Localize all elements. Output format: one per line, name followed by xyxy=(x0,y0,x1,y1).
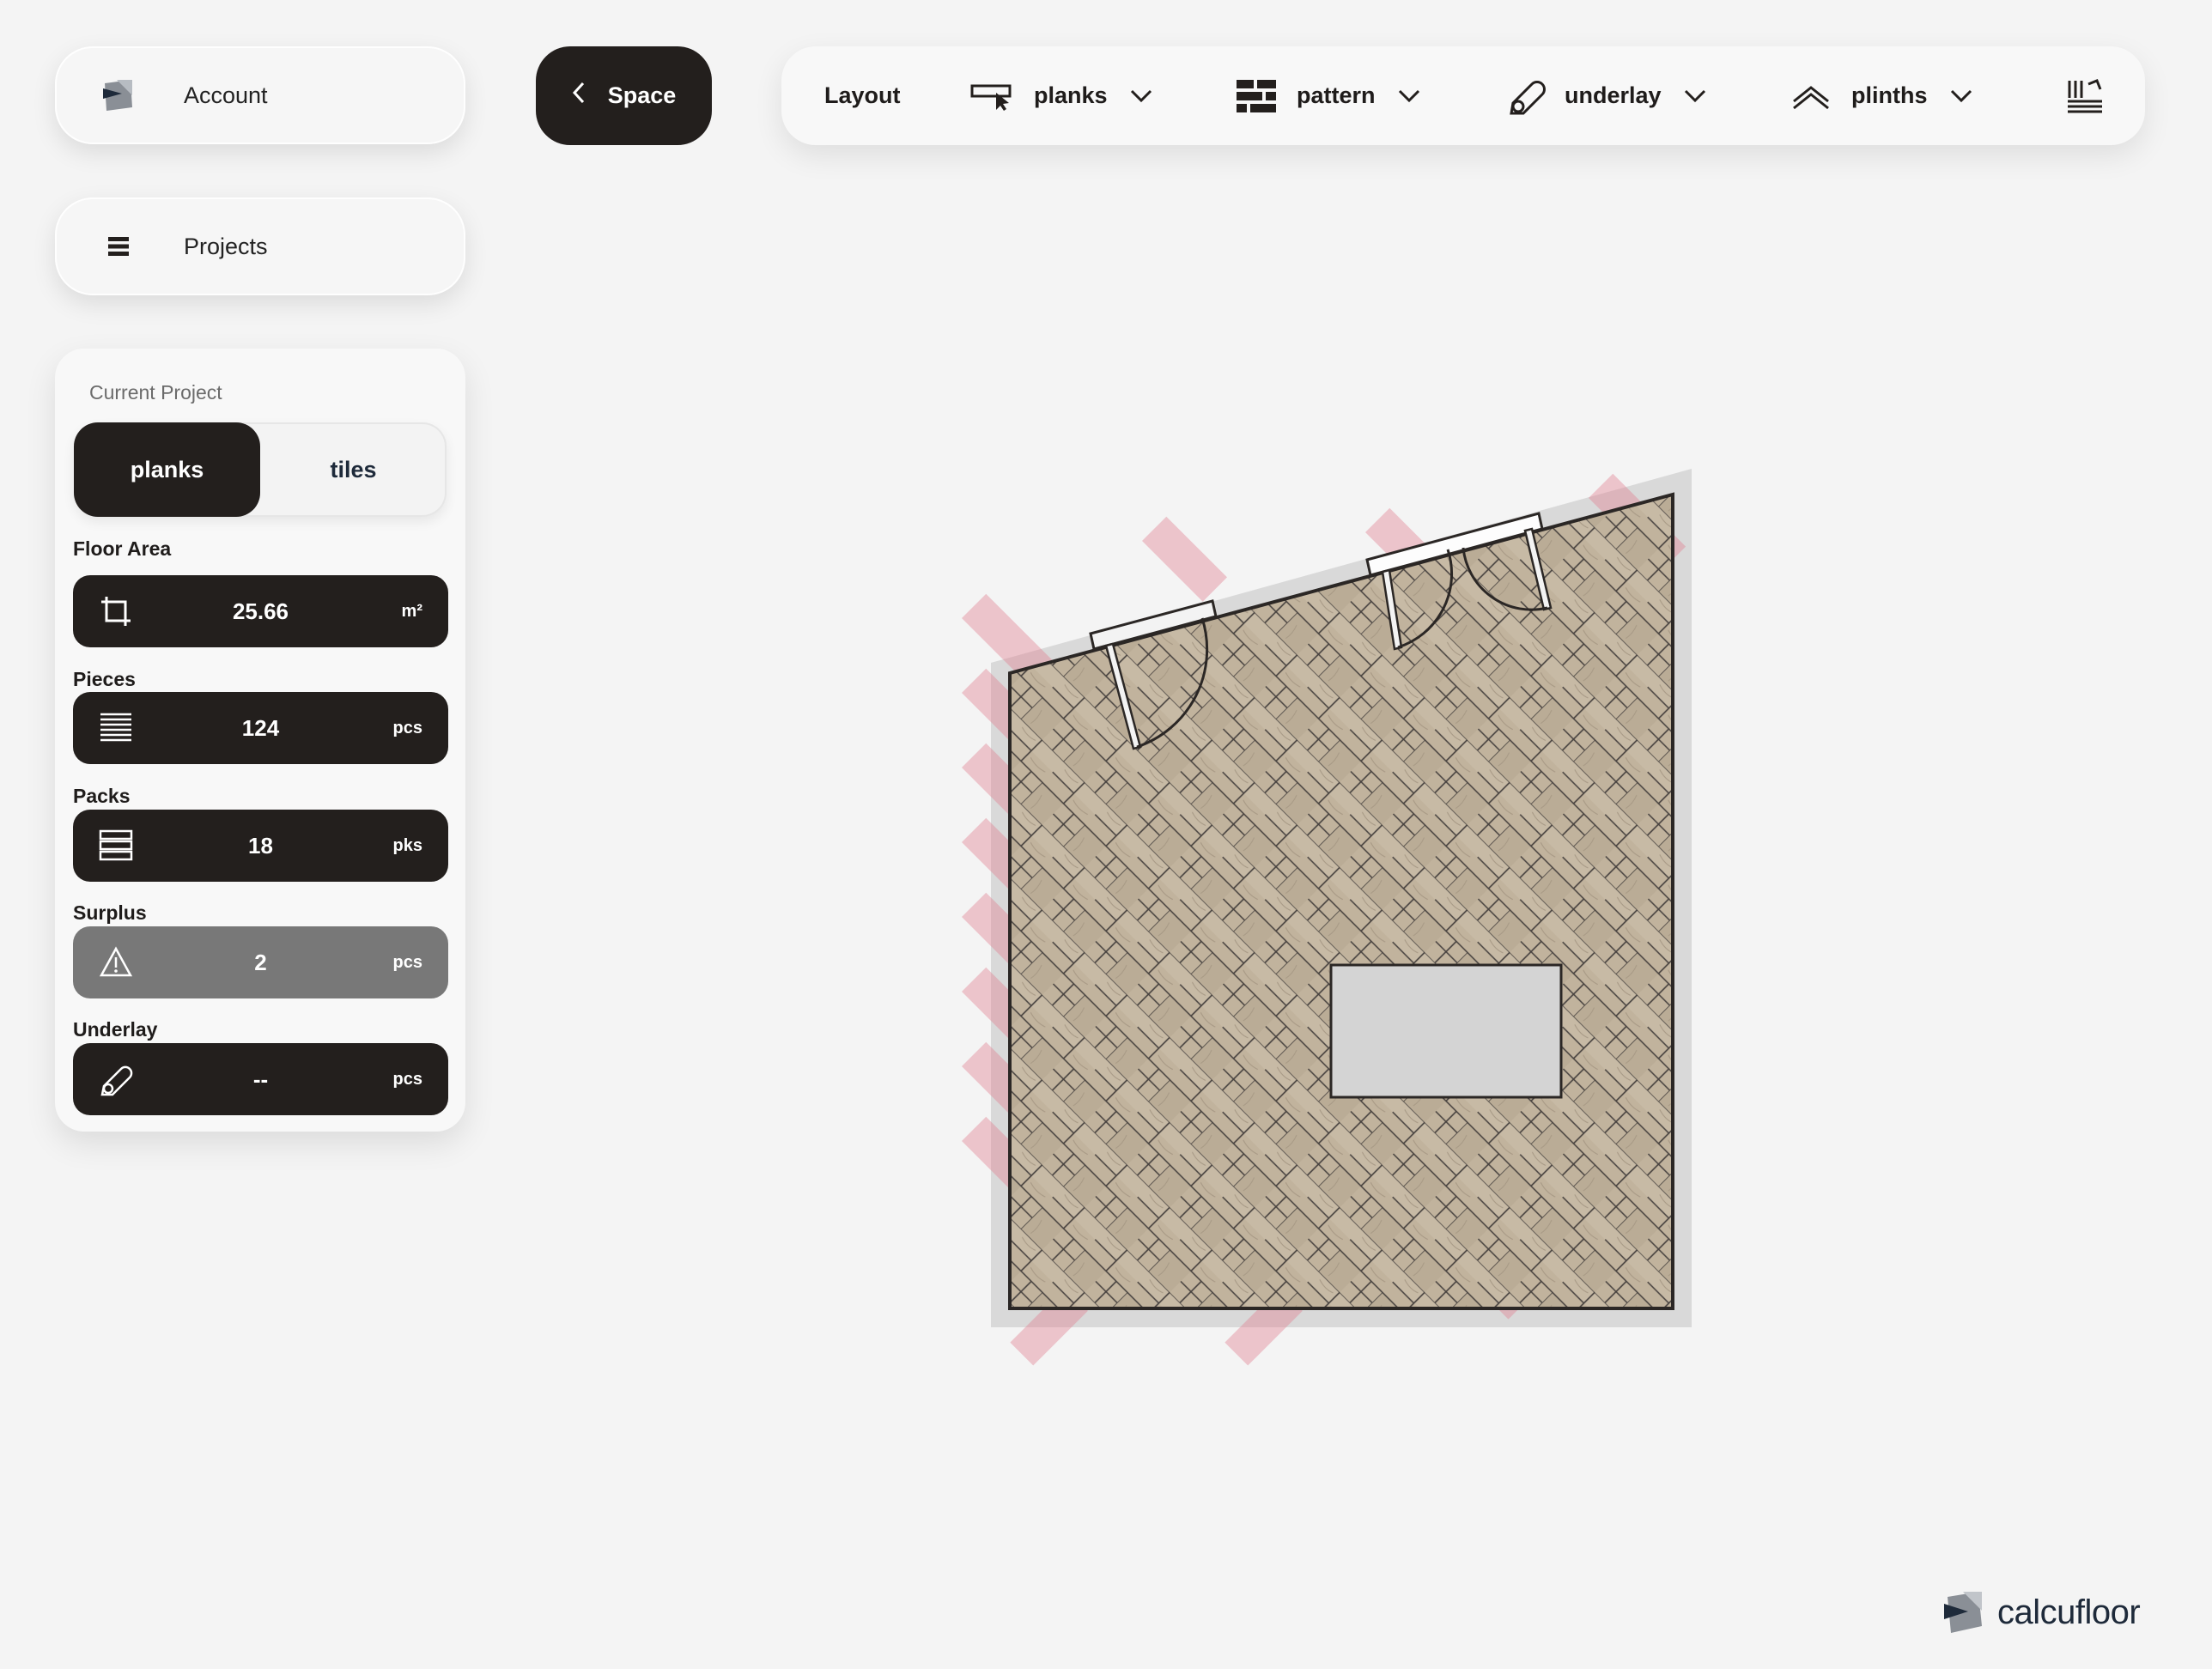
roll-icon xyxy=(1506,77,1547,115)
chevron-down-icon xyxy=(1398,89,1420,103)
brick-pattern-icon xyxy=(1237,79,1276,112)
floor-area-stat: 25.66 m² xyxy=(73,575,448,647)
planks-label: planks xyxy=(1034,82,1108,108)
underlay-value: -- xyxy=(252,1066,269,1092)
projects-label: Projects xyxy=(184,233,268,259)
chevron-down-icon xyxy=(1684,89,1706,103)
surplus-stat: 2 pcs xyxy=(73,926,448,998)
projects-button[interactable]: Projects xyxy=(55,197,465,295)
pattern-menu[interactable]: pattern xyxy=(1237,46,1420,145)
mode-tiles-button[interactable]: tiles xyxy=(260,422,447,517)
floor-area-label: Floor Area xyxy=(73,537,172,560)
brand-name: calcufloor xyxy=(1997,1593,2141,1631)
plank-icon xyxy=(970,81,1015,112)
layout-label: Layout xyxy=(824,82,901,108)
panel-title: Current Project xyxy=(89,381,222,404)
account-label: Account xyxy=(184,82,268,108)
plinths-menu[interactable]: plinths xyxy=(1791,46,1972,145)
surplus-value: 2 xyxy=(254,950,267,975)
logo-icon xyxy=(1944,1592,1982,1633)
chevron-down-icon xyxy=(1130,89,1152,103)
pieces-stat: 124 pcs xyxy=(73,692,448,764)
floor-plan-canvas[interactable] xyxy=(936,464,1760,1374)
plinths-label: plinths xyxy=(1851,82,1928,108)
room-obstacle[interactable] xyxy=(1329,963,1563,1099)
top-toolbar: Layout planks pattern underlay plinths xyxy=(781,46,2145,145)
packs-stat: 18 pks xyxy=(73,810,448,882)
account-button[interactable]: Account xyxy=(55,46,465,144)
pieces-value: 124 xyxy=(241,715,280,741)
planks-menu[interactable]: planks xyxy=(970,46,1152,145)
cut-list-icon xyxy=(2066,77,2104,115)
underlay-stat-label: Underlay xyxy=(73,1018,158,1041)
space-back-button[interactable]: Space xyxy=(536,46,712,145)
herringbone-floor xyxy=(1010,495,1673,1308)
underlay-label: underlay xyxy=(1565,82,1662,108)
packs-value: 18 xyxy=(248,833,273,859)
pattern-label: pattern xyxy=(1297,82,1376,108)
space-label: Space xyxy=(607,82,677,108)
logo-icon xyxy=(96,73,141,118)
surplus-label: Surplus xyxy=(73,901,147,924)
cut-list-button[interactable] xyxy=(2066,46,2104,145)
plinth-icon xyxy=(1791,81,1831,112)
menu-icon xyxy=(96,224,141,269)
mode-planks-button[interactable]: planks xyxy=(74,422,260,517)
floor-area-unit: m² xyxy=(401,602,422,621)
pieces-unit: pcs xyxy=(392,719,422,737)
packs-unit: pks xyxy=(392,836,422,855)
chevron-down-icon xyxy=(1950,89,1972,103)
layout-menu[interactable]: Layout xyxy=(824,46,901,145)
floor-area-value: 25.66 xyxy=(232,598,289,624)
mode-toggle: planks tiles xyxy=(74,422,447,517)
brand-logo: calcufloor xyxy=(1942,1587,2141,1638)
pieces-label: Pieces xyxy=(73,668,136,690)
underlay-menu[interactable]: underlay xyxy=(1506,46,1706,145)
underlay-unit: pcs xyxy=(392,1070,422,1089)
surplus-unit: pcs xyxy=(392,953,422,972)
underlay-stat: -- pcs xyxy=(73,1043,448,1115)
current-project-panel: Current Project planks tiles Floor Area … xyxy=(55,349,465,1132)
packs-label: Packs xyxy=(73,785,131,807)
chevron-left-icon xyxy=(572,82,586,110)
floor-plan[interactable] xyxy=(936,464,1760,1374)
